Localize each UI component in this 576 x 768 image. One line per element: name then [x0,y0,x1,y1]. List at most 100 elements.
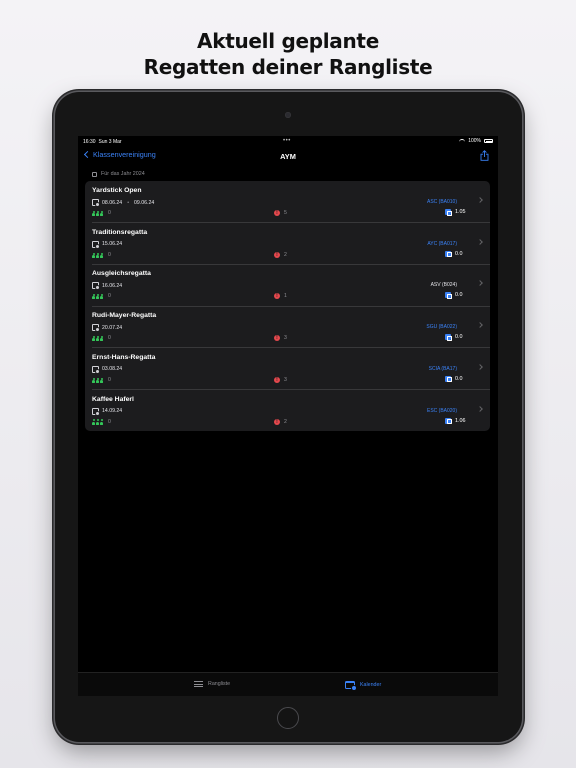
regatta-row[interactable]: Kaffee Haferl 14.09.24 0 ! 2 ESC (BA020) [85,390,490,432]
participants: 0 [92,210,111,216]
regatta-row[interactable]: Traditionsregatta 15.06.24 0 ! 2 AYC (BA… [85,223,490,265]
club-code: ASC (BA010) [426,199,457,205]
club-code: ASV (B024) [430,282,457,289]
tab-kalender[interactable]: Kalender [345,681,382,691]
alert-icon: ! [274,418,280,425]
score-value: 1.06 [455,417,466,424]
chevron-right-icon [477,363,483,370]
participants-count: 0 [108,293,111,300]
regatta-start-date: 08.06.24 [102,199,123,206]
score-value: 0.0 [455,334,463,341]
score: 0.0 [445,334,463,341]
people-icon [92,335,103,342]
participants: 0 [92,335,111,342]
people-icon [92,252,103,258]
regatta-dates: 20.07.24 [92,324,123,333]
date-separator: • [127,199,130,206]
calendar-icon [92,240,100,249]
score: 0.0 [445,250,463,258]
score-icon [445,209,452,216]
alerts: ! 2 [274,251,287,258]
chevron-right-icon [477,405,483,412]
regatta-dates: 16.06.24 [92,282,123,291]
alerts: ! 3 [274,335,287,342]
club-code: AYC (BA017) [427,240,457,247]
regatta-end-date: 09.06.24 [134,199,155,206]
chevron-right-icon [477,238,483,245]
section-header: Für das Jahr 2024 [92,171,145,177]
score: 1.05 [445,209,466,216]
alert-icon: ! [274,210,280,216]
alerts: ! 3 [274,376,287,383]
home-button[interactable] [277,707,299,729]
regatta-name: Kaffee Haferl [92,395,134,403]
regatta-name: Ernst-Hans-Regatta [92,353,156,361]
regatta-start-date: 15.06.24 [102,241,123,248]
regatta-name: Traditionsregatta [92,228,148,236]
alerts-count: 2 [284,251,287,258]
alerts-count: 5 [284,210,287,216]
calendar-tab-icon [345,681,357,691]
participants: 0 [92,293,111,300]
wifi-icon [459,139,466,143]
alerts-count: 3 [284,335,287,342]
regatta-start-date: 03.08.24 [102,366,123,373]
alert-icon: ! [274,251,280,258]
people-icon [92,377,103,383]
regatta-row[interactable]: Ernst-Hans-Regatta 03.08.24 0 ! 3 SCIA (… [85,348,490,390]
tab-kalender-label: Kalender [360,682,382,688]
calendar-icon [92,171,97,177]
alert-icon: ! [274,293,280,300]
tab-rangliste-label: Rangliste [208,681,231,687]
people-icon [92,419,103,425]
status-date: Sun 3 Mar [98,138,122,145]
battery-icon [484,139,493,143]
section-header-label: Für das Jahr 2024 [101,171,145,177]
participants-count: 0 [108,251,111,258]
score-icon [445,375,452,383]
alerts-count: 3 [284,376,287,383]
score-value: 0.0 [455,250,463,257]
ipad-device-frame: 16:30 Sun 3 Mar ••• 100% Klassenvereinig… [55,92,522,742]
tab-rangliste[interactable]: Rangliste [194,681,230,687]
calendar-icon [92,365,100,374]
alerts: ! 2 [274,418,287,425]
list-icon [194,681,203,687]
participants-count: 0 [108,210,111,216]
app-screen: 16:30 Sun 3 Mar ••• 100% Klassenvereinig… [78,136,498,696]
calendar-icon [92,407,100,416]
calendar-icon [92,324,100,333]
page-title: AYM [280,152,296,161]
alerts-count: 2 [284,418,287,425]
regatta-name: Rudi-Mayer-Regatta [92,312,157,320]
regatta-start-date: 20.07.24 [102,324,123,331]
people-icon [92,210,103,216]
regatta-dates: 03.08.24 [92,365,123,374]
regatta-list: Yardstick Open 08.06.24 • 09.06.24 0 ! 5… [85,181,490,431]
regatta-row[interactable]: Rudi-Mayer-Regatta 20.07.24 0 ! 3 SGU (B… [85,306,490,348]
score-value: 1.05 [455,209,466,215]
regatta-dates: 08.06.24 • 09.06.24 [92,199,155,207]
score-icon [445,250,452,258]
club-code: ESC (BA020) [426,407,457,414]
chevron-right-icon [477,280,483,287]
multitasking-dots[interactable]: ••• [283,138,291,144]
headline: Aktuell geplante Regatten deiner Ranglis… [0,28,576,80]
participants: 0 [92,419,111,425]
score: 0.0 [445,375,463,383]
navigation-bar: Klassenvereinigung AYM [78,147,498,166]
tab-bar: Rangliste Kalender [78,672,498,696]
regatta-row[interactable]: Ausgleichsregatta 16.06.24 0 ! 1 ASV (B0… [85,264,490,307]
headline-line-1: Aktuell geplante [197,29,379,53]
share-icon[interactable] [480,150,489,161]
calendar-icon [92,282,100,291]
participants-count: 0 [108,418,111,425]
participants: 0 [92,252,111,258]
regatta-row[interactable]: Yardstick Open 08.06.24 • 09.06.24 0 ! 5… [85,181,490,223]
regatta-name: Ausgleichsregatta [92,270,151,278]
alert-icon: ! [274,335,280,342]
regatta-start-date: 16.06.24 [102,282,123,289]
score-icon [445,292,452,299]
regatta-name: Yardstick Open [92,187,142,194]
alert-icon: ! [274,376,280,383]
